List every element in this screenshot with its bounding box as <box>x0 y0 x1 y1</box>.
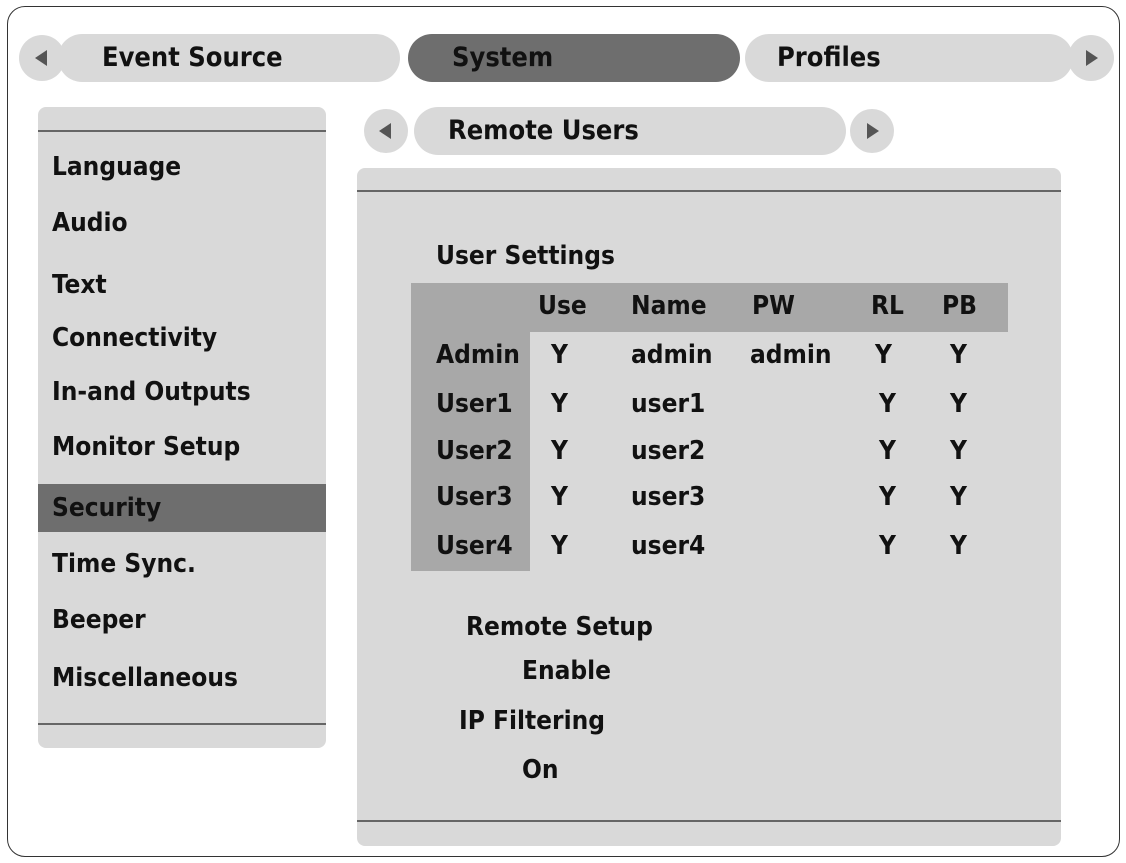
cell-pb[interactable]: Y <box>950 531 967 561</box>
tab-event-source-label: Event Source <box>102 42 283 73</box>
next-subpage-arrow-icon[interactable] <box>850 109 894 153</box>
tab-profiles[interactable]: Profiles <box>745 34 1073 82</box>
table-header-background <box>411 283 1008 332</box>
sidebar-item-label: Text <box>52 270 107 300</box>
ip-filtering-label: IP Filtering <box>459 706 605 736</box>
sidebar-item-language[interactable]: Language <box>38 143 326 191</box>
sidebar-item-in-and-outputs[interactable]: In-and Outputs <box>38 368 326 416</box>
sidebar-menu: Language Audio Text Connectivity In-and … <box>38 107 326 748</box>
sidebar-item-label: Miscellaneous <box>52 663 238 693</box>
column-header-pb: PB <box>942 291 977 321</box>
sidebar-item-miscellaneous[interactable]: Miscellaneous <box>38 654 326 702</box>
sidebar-item-time-sync[interactable]: Time Sync. <box>38 540 326 588</box>
sidebar-item-label: Language <box>52 152 182 182</box>
cell-use[interactable]: Y <box>551 436 568 466</box>
sidebar-item-label: Security <box>52 493 162 523</box>
sidebar-item-connectivity[interactable]: Connectivity <box>38 314 326 362</box>
subpage-title: Remote Users <box>448 115 639 146</box>
sidebar-item-label: Connectivity <box>52 323 218 353</box>
sidebar-item-label: Monitor Setup <box>52 432 241 462</box>
subpage-selector[interactable]: Remote Users <box>414 107 846 155</box>
cell-use[interactable]: Y <box>551 389 568 419</box>
cell-pb[interactable]: Y <box>950 482 967 512</box>
user-settings-heading: User Settings <box>436 241 615 271</box>
cell-name[interactable]: user2 <box>631 436 705 466</box>
column-header-pw: PW <box>752 291 795 321</box>
sidebar-item-label: Time Sync. <box>52 549 196 579</box>
cell-pb[interactable]: Y <box>950 436 967 466</box>
sidebar-item-audio[interactable]: Audio <box>38 199 326 247</box>
row-label-user1[interactable]: User1 <box>436 389 513 419</box>
sidebar-item-label: Beeper <box>52 605 146 635</box>
cell-rl[interactable]: Y <box>879 436 896 466</box>
column-header-name: Name <box>631 291 707 321</box>
sidebar-item-monitor-setup[interactable]: Monitor Setup <box>38 423 326 471</box>
tab-system-label: System <box>452 42 554 73</box>
cell-rl[interactable]: Y <box>879 482 896 512</box>
row-label-user4[interactable]: User4 <box>436 531 513 561</box>
column-header-rl: RL <box>871 291 904 321</box>
row-label-user3[interactable]: User3 <box>436 482 513 512</box>
remote-setup-value[interactable]: Enable <box>522 656 611 686</box>
cell-name[interactable]: user3 <box>631 482 705 512</box>
cell-name[interactable]: user1 <box>631 389 705 419</box>
sidebar-item-label: Audio <box>52 208 128 238</box>
sidebar-item-text[interactable]: Text <box>38 261 326 309</box>
panel-top-divider <box>357 190 1061 192</box>
cell-pb[interactable]: Y <box>950 389 967 419</box>
next-tab-arrow-icon[interactable] <box>1068 35 1114 81</box>
cell-pb[interactable]: Y <box>950 340 967 370</box>
sidebar-bottom-divider <box>38 723 326 725</box>
cell-use[interactable]: Y <box>551 531 568 561</box>
prev-subpage-arrow-icon[interactable] <box>364 109 408 153</box>
cell-use[interactable]: Y <box>551 482 568 512</box>
row-label-admin[interactable]: Admin <box>436 340 520 370</box>
cell-rl[interactable]: Y <box>875 340 892 370</box>
cell-rl[interactable]: Y <box>879 531 896 561</box>
tab-event-source[interactable]: Event Source <box>58 34 400 82</box>
sidebar-top-divider <box>38 130 326 132</box>
sidebar-item-security[interactable]: Security <box>38 484 326 532</box>
cell-pw[interactable]: admin <box>750 340 832 370</box>
cell-name[interactable]: user4 <box>631 531 705 561</box>
column-header-use: Use <box>538 291 587 321</box>
sidebar-item-beeper[interactable]: Beeper <box>38 596 326 644</box>
sidebar-item-label: In-and Outputs <box>52 377 251 407</box>
tab-profiles-label: Profiles <box>777 42 881 73</box>
cell-rl[interactable]: Y <box>879 389 896 419</box>
tab-system[interactable]: System <box>408 34 740 82</box>
panel-bottom-divider <box>357 820 1061 822</box>
cell-use[interactable]: Y <box>551 340 568 370</box>
remote-setup-label: Remote Setup <box>466 612 653 642</box>
ip-filtering-value[interactable]: On <box>522 755 559 785</box>
row-label-user2[interactable]: User2 <box>436 436 513 466</box>
cell-name[interactable]: admin <box>631 340 713 370</box>
